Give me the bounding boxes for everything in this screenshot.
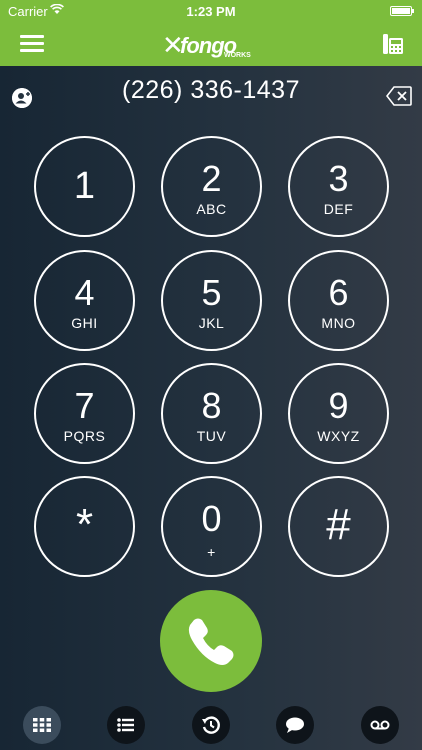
key-digit: 7 <box>74 385 95 426</box>
voicemail-icon <box>370 720 390 730</box>
key-4[interactable]: 4 GHI <box>34 250 135 351</box>
history-icon <box>202 716 220 734</box>
tab-history[interactable] <box>192 706 230 744</box>
tab-contacts[interactable] <box>107 706 145 744</box>
contacts-list-icon <box>117 718 134 732</box>
key-star[interactable]: * <box>34 476 135 577</box>
status-bar: Carrier 1:23 PM <box>0 0 422 22</box>
key-digit: 1 <box>73 165 96 207</box>
key-digit: 3 <box>328 158 349 199</box>
key-letters: DEF <box>323 201 354 217</box>
key-letters: TUV <box>196 428 227 444</box>
messages-icon <box>286 717 304 733</box>
key-letters: PQRS <box>63 428 106 444</box>
key-9[interactable]: 9 WXYZ <box>288 363 389 464</box>
logo-subtitle: WORKS <box>224 52 251 59</box>
key-8[interactable]: 8 TUV <box>161 363 262 464</box>
add-contact-icon[interactable] <box>12 88 32 108</box>
key-digit: 0 <box>201 498 222 539</box>
tab-bar <box>0 700 422 750</box>
fongo-works-logo: ✕ fongo WORKS <box>160 30 264 60</box>
key-letters: + <box>207 544 216 560</box>
backspace-icon[interactable] <box>386 86 412 106</box>
call-button[interactable] <box>160 590 262 692</box>
key-0[interactable]: 0 + <box>161 476 262 577</box>
desk-phone-icon[interactable] <box>382 32 404 56</box>
key-digit: 9 <box>328 385 349 426</box>
key-letters: WXYZ <box>317 428 360 444</box>
key-digit: 4 <box>74 272 95 313</box>
key-1[interactable]: 1 <box>34 136 135 237</box>
key-letters: MNO <box>321 315 356 331</box>
tab-keypad[interactable] <box>23 706 61 744</box>
key-digit: 2 <box>201 158 222 199</box>
tab-messages[interactable] <box>276 706 314 744</box>
key-digit: 6 <box>328 272 349 313</box>
key-letters: JKL <box>198 315 225 331</box>
clock: 1:23 PM <box>186 4 236 19</box>
dialed-number: (226) 336-1437 <box>122 76 300 104</box>
keypad-icon <box>33 718 51 732</box>
key-letters: GHI <box>71 315 98 331</box>
key-6[interactable]: 6 MNO <box>288 250 389 351</box>
key-7[interactable]: 7 PQRS <box>34 363 135 464</box>
key-digit: # <box>326 500 351 549</box>
hamburger-menu-icon[interactable] <box>20 35 44 53</box>
key-digit: 8 <box>201 385 222 426</box>
key-hash[interactable]: # <box>288 476 389 577</box>
key-letters: ABC <box>196 201 227 217</box>
nav-bar: ✕ fongo WORKS <box>0 22 422 66</box>
phone-handset-icon <box>188 618 234 665</box>
battery-icon <box>390 6 414 16</box>
key-digit: * <box>75 500 94 549</box>
key-5[interactable]: 5 JKL <box>161 250 262 351</box>
key-3[interactable]: 3 DEF <box>288 136 389 237</box>
key-digit: 5 <box>201 272 222 313</box>
key-2[interactable]: 2 ABC <box>161 136 262 237</box>
tab-voicemail[interactable] <box>361 706 399 744</box>
